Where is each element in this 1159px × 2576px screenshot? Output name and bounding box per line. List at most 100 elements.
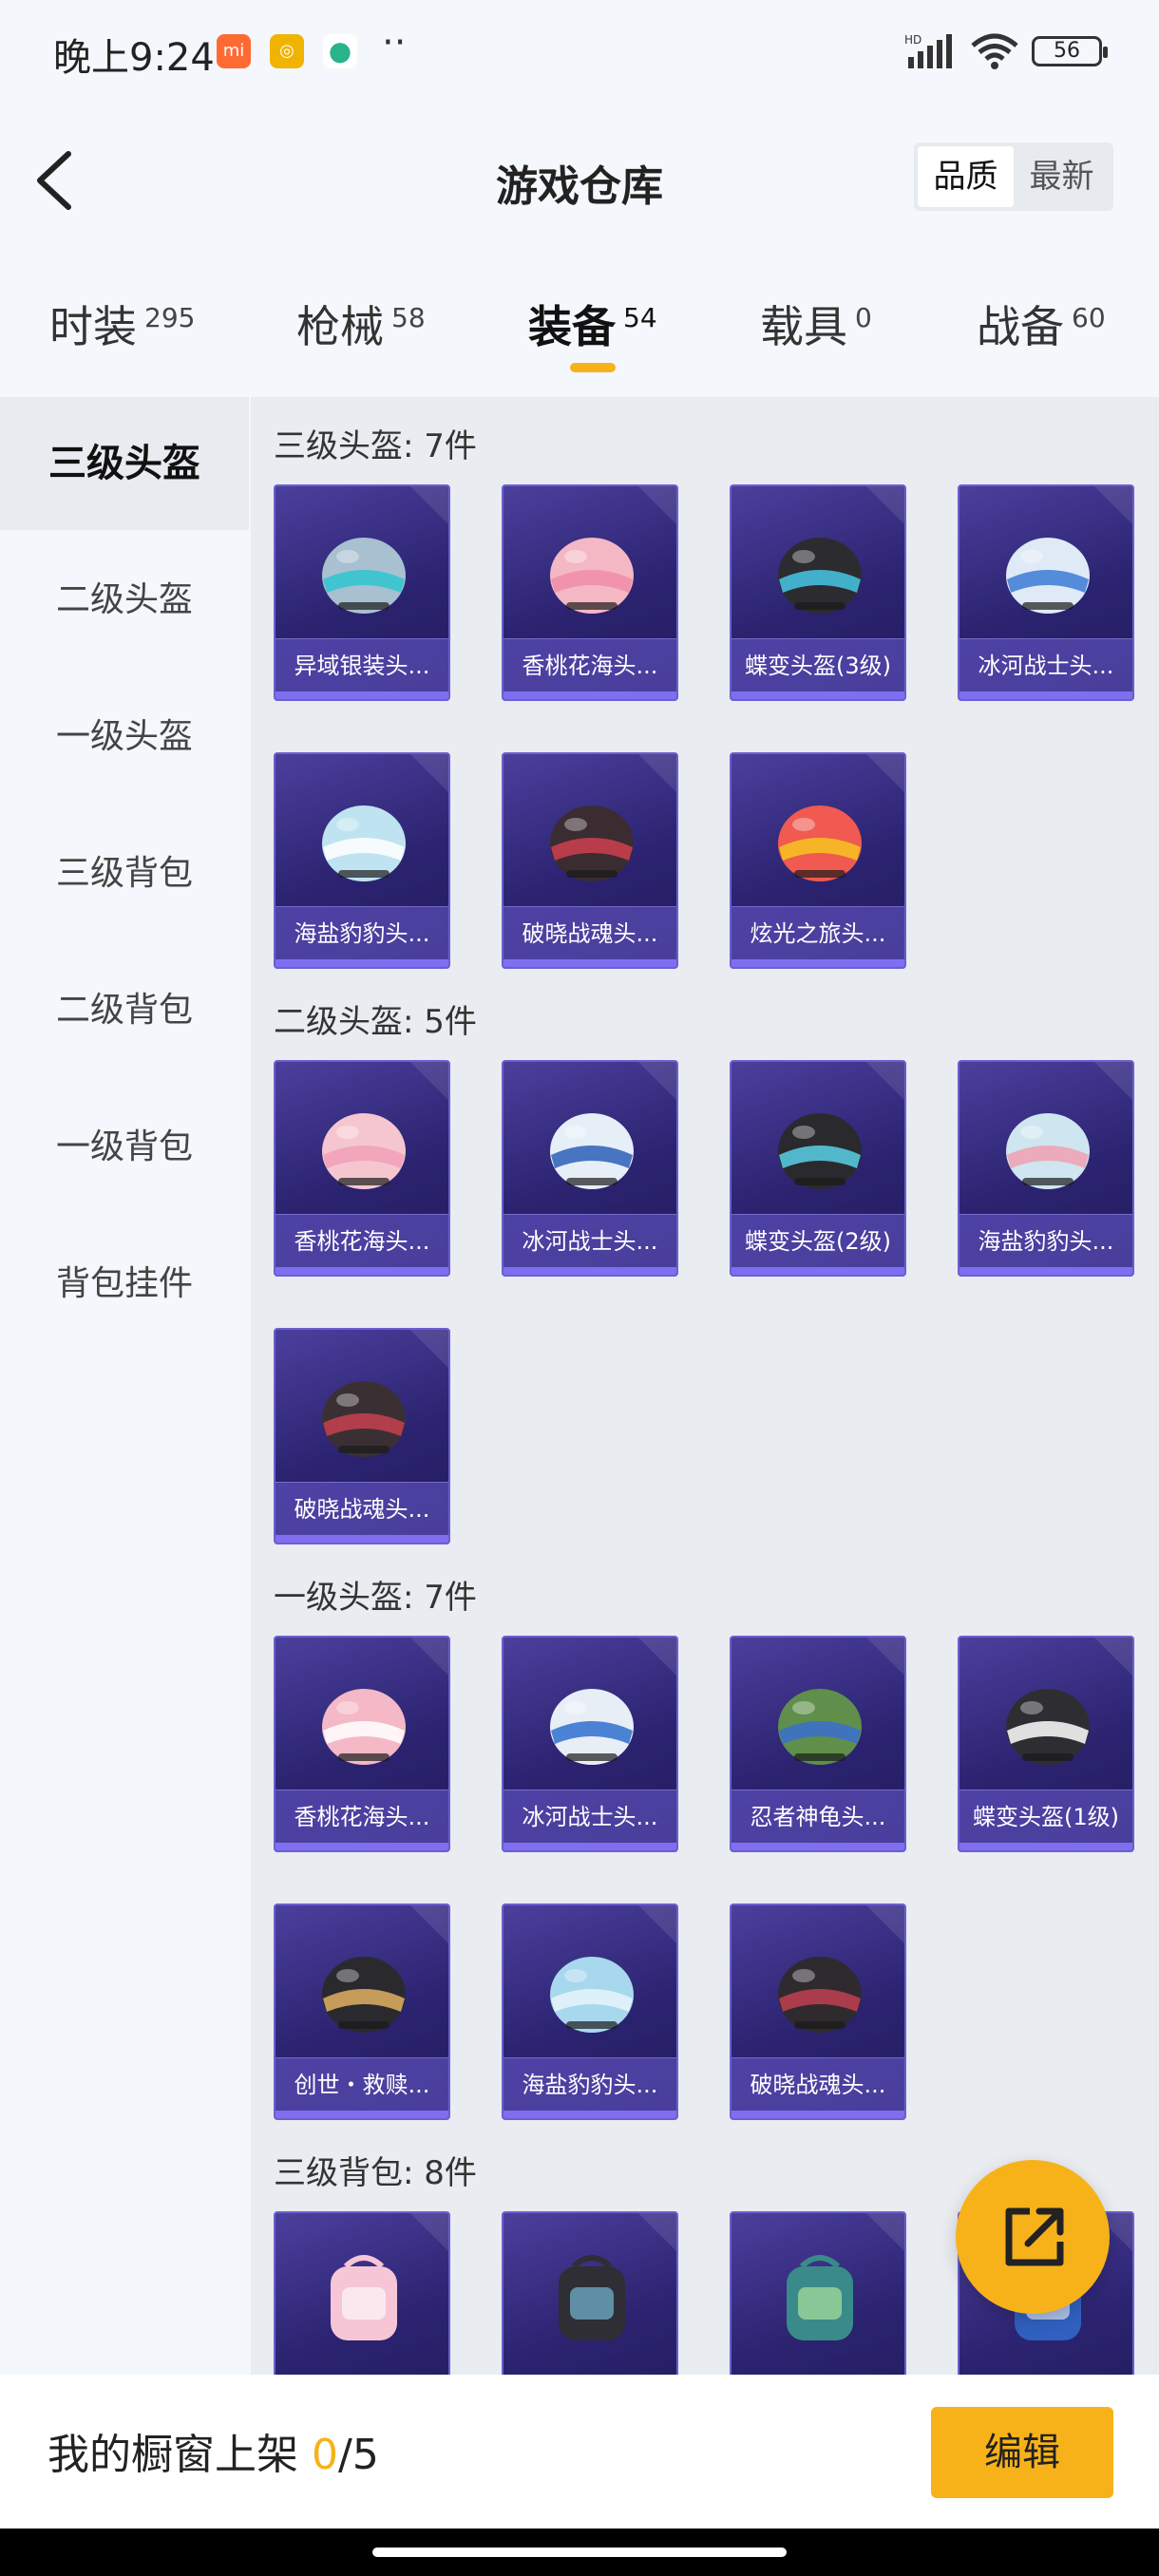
helmet-image (322, 1689, 406, 1765)
backpack-image (559, 2255, 625, 2340)
tab-label: 枪械 (296, 301, 384, 352)
helmet-image (322, 538, 406, 614)
tab-count: 60 (1072, 301, 1106, 333)
item-card[interactable]: 海盐豹豹头... (958, 1060, 1134, 1277)
item-name: 香桃花海头... (276, 1790, 448, 1843)
item-card[interactable]: 蝶变头盔(1级) (958, 1636, 1134, 1852)
tab-count: 58 (391, 301, 426, 333)
item-card[interactable] (274, 2211, 450, 2375)
notification-dots: ·· (382, 21, 407, 65)
item-name: 破晓战魂头... (732, 2057, 904, 2111)
item-card[interactable]: 破晓战魂头... (730, 1904, 906, 2120)
helmet-image (1006, 1689, 1090, 1765)
item-name: 蝶变头盔(2级) (732, 1214, 904, 1267)
item-card[interactable]: 香桃花海头... (274, 1060, 450, 1277)
bottom-bar: 我的橱窗上架 0/5 编辑 (0, 2375, 1159, 2529)
helmet-image (322, 805, 406, 881)
home-indicator[interactable] (372, 2548, 787, 2557)
tab-weapons[interactable]: 枪械 58 (296, 293, 426, 355)
tab-supplies[interactable]: 战备 60 (977, 293, 1106, 355)
battery-icon: 56 (1032, 36, 1108, 66)
quality-bar (504, 959, 676, 967)
item-card[interactable]: 海盐豹豹头... (274, 752, 450, 969)
item-card[interactable]: 破晓战魂头... (274, 1328, 450, 1544)
helmet-image (778, 805, 862, 881)
sidebar-item-level2-helmet[interactable]: 二级头盔 (0, 534, 249, 667)
tab-equipment[interactable]: 装备 54 (528, 293, 657, 355)
item-name: 异域银装头... (276, 638, 448, 691)
tab-label: 战备 (977, 301, 1064, 352)
sort-newest-button[interactable]: 最新 (1014, 146, 1110, 207)
helmet-image (550, 1113, 634, 1189)
quality-bar (504, 2111, 676, 2118)
item-name: 蝶变头盔(3级) (732, 638, 904, 691)
item-card[interactable]: 海盐豹豹头... (502, 1904, 678, 2120)
sidebar: 三级头盔 二级头盔 一级头盔 三级背包 二级背包 一级背包 背包挂件 (0, 397, 249, 2375)
item-card[interactable] (502, 2211, 678, 2375)
item-card[interactable]: 香桃花海头... (274, 1636, 450, 1852)
item-name: 破晓战魂头... (504, 906, 676, 959)
status-right: HD 56 (902, 32, 1108, 70)
sidebar-item-level1-helmet[interactable]: 一级头盔 (0, 671, 249, 804)
item-card[interactable]: 创世・救赎... (274, 1904, 450, 2120)
svg-text:HD: HD (904, 33, 922, 47)
sort-quality-button[interactable]: 品质 (918, 146, 1014, 207)
signal-icon: HD (904, 33, 952, 68)
quality-bar (732, 1267, 904, 1275)
category-tabs: 时装 295 枪械 58 装备 54 载具 0 战备 60 (0, 275, 1159, 380)
sidebar-item-level2-backpack[interactable]: 二级背包 (0, 944, 249, 1077)
item-card[interactable]: 冰河战士头... (958, 484, 1134, 701)
quality-bar (960, 691, 1132, 699)
item-name: 冰河战士头... (504, 1214, 676, 1267)
quality-bar (504, 1843, 676, 1850)
quality-bar (504, 691, 676, 699)
sidebar-item-backpack-charm[interactable]: 背包挂件 (0, 1218, 249, 1351)
item-card[interactable]: 冰河战士头... (502, 1636, 678, 1852)
item-name: 破晓战魂头... (276, 1482, 448, 1535)
quality-bar (960, 1843, 1132, 1850)
helmet-image (1006, 1113, 1090, 1189)
item-card[interactable]: 忍者神龟头... (730, 1636, 906, 1852)
item-card[interactable] (730, 2211, 906, 2375)
section-title: 二级头盔: 5件 (274, 1003, 477, 1041)
status-bar: 晚上9:24 mi ◎ ● ·· HD 56 (0, 0, 1159, 104)
item-card[interactable]: 蝶变头盔(3级) (730, 484, 906, 701)
item-name: 海盐豹豹头... (960, 1214, 1132, 1267)
item-name: 冰河战士头... (960, 638, 1132, 691)
item-card[interactable]: 蝶变头盔(2级) (730, 1060, 906, 1277)
tab-vehicles[interactable]: 载具 0 (760, 293, 872, 355)
item-card[interactable]: 冰河战士头... (502, 1060, 678, 1277)
sidebar-item-level1-backpack[interactable]: 一级背包 (0, 1081, 249, 1214)
sort-toggle: 品质 最新 (914, 142, 1113, 211)
quality-bar (732, 691, 904, 699)
helmet-image (322, 1381, 406, 1457)
item-card[interactable]: 破晓战魂头... (502, 752, 678, 969)
item-card[interactable]: 香桃花海头... (502, 484, 678, 701)
quality-bar (276, 1843, 448, 1850)
helmet-image (1006, 538, 1090, 614)
helmet-image (550, 1689, 634, 1765)
mi-app-icon: mi (217, 34, 251, 68)
quality-bar (276, 1267, 448, 1275)
helmet-image (550, 1957, 634, 2033)
quality-bar (276, 691, 448, 699)
edit-button[interactable]: 编辑 (931, 2407, 1113, 2498)
tab-label: 载具 (760, 301, 847, 352)
showcase-status: 我的橱窗上架 0/5 (48, 2420, 379, 2481)
quality-bar (276, 2111, 448, 2118)
backpack-image (331, 2255, 397, 2340)
helmet-image (778, 538, 862, 614)
quality-bar (504, 1267, 676, 1275)
gear-app-icon: ◎ (270, 34, 304, 68)
sidebar-item-level3-backpack[interactable]: 三级背包 (0, 807, 249, 940)
item-card[interactable]: 异域银装头... (274, 484, 450, 701)
sidebar-item-level3-helmet[interactable]: 三级头盔 (0, 397, 249, 530)
item-card[interactable]: 炫光之旅头... (730, 752, 906, 969)
share-button[interactable] (956, 2160, 1110, 2314)
tab-count: 54 (623, 301, 657, 333)
tab-indicator (570, 363, 616, 372)
tab-fashion[interactable]: 时装 295 (49, 293, 195, 355)
leaf-app-icon: ● (323, 34, 357, 68)
item-name: 海盐豹豹头... (276, 906, 448, 959)
quality-bar (732, 1843, 904, 1850)
